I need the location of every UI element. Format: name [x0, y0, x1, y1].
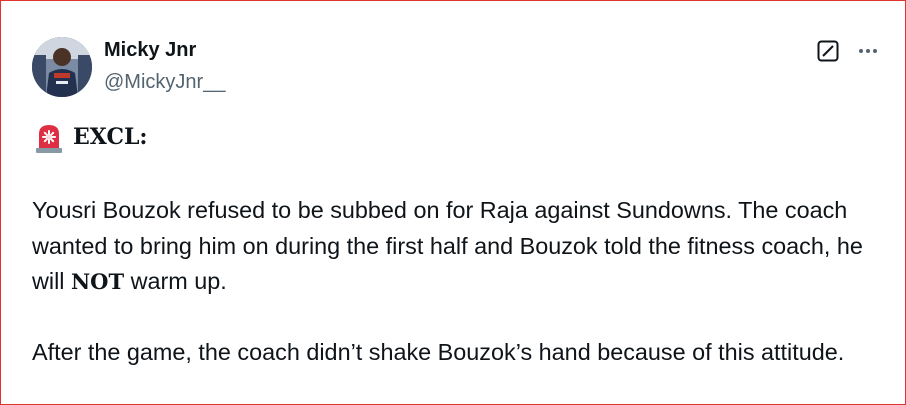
author-handle[interactable]: @MickyJnr__ — [104, 71, 225, 94]
tweet-paragraph-2: After the game, the coach didn’t shake B… — [32, 339, 845, 365]
avatar-image — [32, 37, 92, 97]
tweet-paragraph-1: Yousri Bouzok refused to be subbed on fo… — [32, 193, 882, 300]
more-options-icon[interactable] — [857, 40, 879, 62]
tweet-card: Micky Jnr @MickyJnr__ EXCL: Yousri Bouzo… — [0, 0, 906, 405]
author-name[interactable]: Micky Jnr — [104, 39, 196, 62]
paragraph-text: warm up. — [124, 268, 227, 294]
avatar[interactable] — [32, 37, 92, 97]
emphasis-text: NOT — [70, 269, 125, 294]
rotating-light-emoji-icon — [33, 122, 65, 154]
excl-label: EXCL: — [73, 124, 148, 150]
grok-icon[interactable] — [817, 40, 839, 62]
